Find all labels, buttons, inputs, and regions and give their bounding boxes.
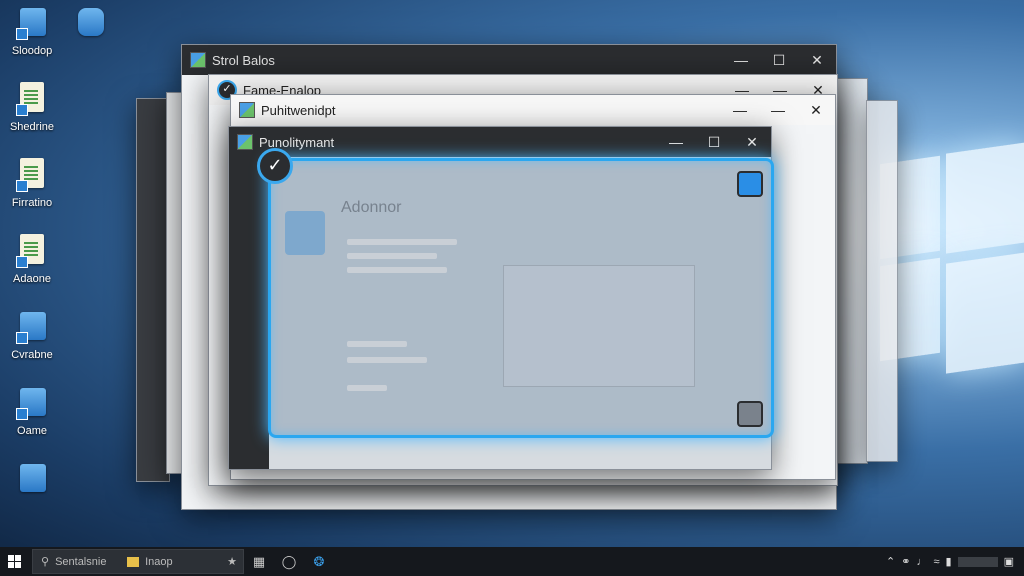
close-icon[interactable]: ✕ (798, 52, 836, 69)
ghost-panel (503, 265, 695, 387)
spreadsheet-icon (16, 82, 48, 118)
app-icon (237, 134, 253, 150)
gray-square-icon[interactable] (737, 401, 763, 427)
edge-icon[interactable]: ❂ (304, 554, 334, 570)
window-title: Puhitwenidpt (261, 102, 336, 118)
blue-square-icon[interactable] (737, 171, 763, 197)
window-title: Strol Balos (212, 52, 275, 68)
check-icon[interactable]: ✓ (257, 148, 293, 184)
search-icon: ⚲ (41, 556, 50, 568)
cortana-icon[interactable]: ◯ (274, 554, 304, 570)
blue-cube-icon (74, 6, 106, 42)
document-icon (16, 310, 48, 346)
desktop-icon[interactable] (2, 462, 62, 501)
desktop-icon-label: Cvrabne (11, 349, 53, 361)
battery-icon[interactable]: ▮ (946, 555, 952, 568)
close-icon[interactable]: ✕ (733, 134, 771, 151)
document-icon (16, 6, 48, 42)
spreadsheet-icon (16, 234, 48, 270)
spreadsheet-icon (16, 158, 48, 194)
wifi-icon[interactable]: ≈ (933, 556, 939, 568)
desktop-icon-label: Sloodop (11, 45, 53, 57)
ghost-heading: Adonnor (341, 199, 402, 216)
ghost-line (347, 341, 407, 347)
window-title: Punolitymant (259, 134, 335, 150)
ghost-line (347, 239, 457, 245)
titlebar[interactable]: Strol Balos — ☐ ✕ (182, 45, 836, 75)
desktop-icon-label: Shedrine (9, 121, 55, 133)
clock[interactable] (957, 556, 998, 567)
ghost-window-right (836, 78, 868, 464)
desktop-icon[interactable]: Adaone (2, 234, 62, 285)
minimize-icon[interactable]: — (722, 52, 760, 68)
maximize-icon[interactable]: — (759, 102, 797, 118)
ghost-line (347, 267, 447, 273)
ghost-line (347, 385, 387, 391)
windows-logo-wallpaper (880, 140, 1024, 440)
document-icon (16, 386, 48, 422)
window-sidebar (229, 157, 269, 469)
volume-icon[interactable]: ♩ (916, 556, 927, 568)
system-tray: ⌃ ⚭ ♩ ≈ ▮ ▣ (886, 555, 1024, 569)
windows-start-icon[interactable] (0, 547, 30, 576)
selection-frame[interactable]: Adonnor (268, 158, 774, 438)
ghost-line (347, 357, 427, 363)
minimize-icon[interactable]: — (657, 134, 695, 150)
desktop-icon[interactable]: Shedrine (2, 82, 62, 133)
desktop-icon-label: Oame (17, 425, 47, 437)
task-view-icon[interactable]: ▦ (244, 554, 274, 570)
folder-icon (127, 556, 140, 567)
desktop-icon-label: Firratino (11, 197, 53, 209)
titlebar[interactable]: Puhitwenidpt — — ✕ (231, 95, 835, 125)
minimize-icon[interactable]: — (721, 102, 759, 118)
ghost-panel (285, 211, 325, 255)
desktop-icon[interactable]: Cvrabne (2, 310, 62, 361)
app-icon (239, 102, 255, 118)
ghost-line (347, 253, 437, 259)
network-icon[interactable]: ⚭ (901, 555, 910, 568)
desktop-icon[interactable] (60, 6, 120, 45)
desktop-icon[interactable]: Firratino (2, 158, 62, 209)
search-tab: Inaop (145, 555, 173, 568)
accessibility-icon[interactable]: ★ (227, 555, 237, 568)
search-text: Sentalsnie (55, 555, 107, 568)
desktop-icon[interactable]: Sloodop (2, 6, 62, 57)
taskbar-search[interactable]: ⚲ Sentalsnie Inaop ★ (32, 549, 244, 574)
taskbar: ⚲ Sentalsnie Inaop ★ ▦ ◯ ❂ ⌃ ⚭ ♩ ≈ ▮ ▣ (0, 547, 1024, 576)
desktop-icon-label: Adaone (13, 273, 51, 285)
maximize-icon[interactable]: ☐ (760, 52, 798, 69)
notification-icon[interactable]: ▣ (1004, 555, 1014, 568)
maximize-icon[interactable]: ☐ (695, 134, 733, 151)
desktop-icon[interactable]: Oame (2, 386, 62, 437)
ghost-window-left (136, 98, 170, 482)
app-icon (190, 52, 206, 68)
folder-icon (16, 462, 48, 498)
titlebar[interactable]: Punolitymant — ☐ ✕ (229, 127, 771, 157)
close-icon[interactable]: ✕ (797, 102, 835, 119)
chevron-up-icon[interactable]: ⌃ (886, 555, 895, 568)
ghost-window-right (866, 100, 898, 462)
